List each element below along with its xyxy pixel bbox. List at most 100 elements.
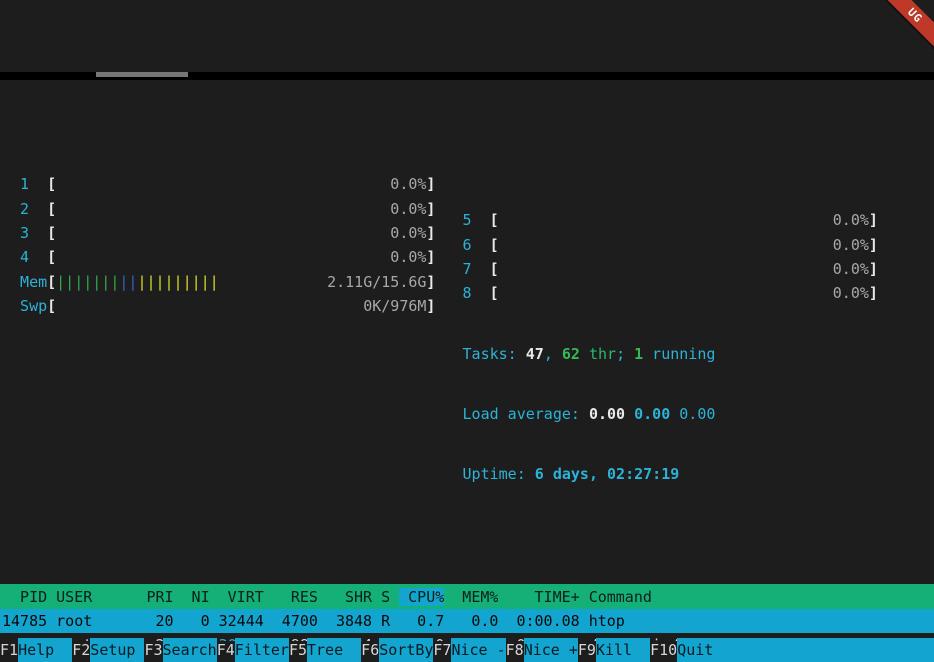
fkey-label: Quit <box>677 638 731 662</box>
debug-ribbon: UG <box>881 0 934 49</box>
column-header-pri[interactable]: PRI <box>146 588 173 606</box>
cpu-meter-3-label: 3 <box>20 224 47 242</box>
cell-virt: 32444 <box>219 612 264 630</box>
column-header-ni[interactable]: NI <box>183 588 210 606</box>
fkey-label: Nice + <box>524 638 578 662</box>
cpu-meter-4: 4[0.0%] <box>20 245 435 269</box>
cpu-meter-7-value: 0.0% <box>833 260 869 278</box>
meters-right-column: 5[0.0%]6[0.0%]7[0.0%]8[0.0%] Tasks: 47, … <box>463 172 878 522</box>
header-pane: 1[0.0%]2[0.0%]3[0.0%]4[0.0%]Mem[||||||||… <box>0 172 934 522</box>
column-header-time[interactable]: TIME+ <box>507 588 579 606</box>
close-bracket: ] <box>426 248 435 266</box>
cpu-meter-1: 1[0.0%] <box>20 172 435 196</box>
tasks-thr-label: thr <box>580 345 616 363</box>
column-header-res[interactable]: RES <box>273 588 318 606</box>
cell-pid: 14785 <box>2 612 47 630</box>
open-bracket: [ <box>47 175 56 193</box>
column-header-user[interactable]: USER <box>56 588 137 606</box>
cpu-meter-5-label: 5 <box>463 211 490 229</box>
fkey-f1-help[interactable]: F1Help <box>0 638 72 662</box>
load-1: 0.00 <box>589 405 634 423</box>
tasks-running-label: running <box>643 345 715 363</box>
fkey-number: F8 <box>506 641 524 659</box>
meters-left-column: 1[0.0%]2[0.0%]3[0.0%]4[0.0%]Mem[||||||||… <box>20 172 435 522</box>
open-bracket: [ <box>47 297 56 315</box>
cell-pri: 20 <box>146 612 173 630</box>
close-bracket: ] <box>426 200 435 218</box>
column-header-cpu[interactable]: CPU% <box>399 588 444 606</box>
fkey-f10-quit[interactable]: F10Quit <box>650 638 731 662</box>
tab-indicator <box>96 72 188 77</box>
cell-s: R <box>381 612 390 630</box>
fkey-f9-kill[interactable]: F9Kill <box>578 638 650 662</box>
column-header-shr[interactable]: SHR <box>327 588 372 606</box>
fkey-f4-filter[interactable]: F4Filter <box>217 638 289 662</box>
column-header-cmd[interactable]: Command <box>589 588 934 606</box>
table-row[interactable]: 14785 root 20 0 32444 4700 3848 R 0.7 0.0 0:00.08 h… <box>0 609 934 633</box>
tasks-count: 47 <box>526 345 544 363</box>
fkey-label: Setup <box>90 638 144 662</box>
tasks-comma: , <box>544 345 562 363</box>
close-bracket: ] <box>869 284 878 302</box>
uptime-value: 6 days, 02:27:19 <box>535 465 680 483</box>
fkey-f7-nice-[interactable]: F7Nice - <box>433 638 505 662</box>
cpu-meter-5: 5[0.0%] <box>463 208 878 232</box>
open-bracket: [ <box>490 260 499 278</box>
cell-cmd: htop <box>589 612 934 630</box>
fkey-f6-sortby[interactable]: F6SortBy <box>361 638 433 662</box>
top-strip <box>0 72 934 80</box>
cpu-meter-3-value: 0.0% <box>390 224 426 242</box>
cpu-meter-4-value: 0.0% <box>390 248 426 266</box>
cpu-meter-8-label: 8 <box>463 284 490 302</box>
cpu-meter-8-value: 0.0% <box>833 284 869 302</box>
cell-cpu: 0.7 <box>399 612 444 630</box>
cell-mem: 0.0 <box>453 612 498 630</box>
column-header-pid[interactable]: PID <box>2 588 47 606</box>
column-header-virt[interactable]: VIRT <box>219 588 264 606</box>
cpu-meter-1-label: 1 <box>20 175 47 193</box>
close-bracket: ] <box>869 211 878 229</box>
mem-bar-yellow: ||||||||| <box>137 273 218 291</box>
mem-bar-blue: || <box>119 273 137 291</box>
fkey-f8-nice-[interactable]: F8Nice + <box>506 638 578 662</box>
cpu-meter-5-value: 0.0% <box>833 211 869 229</box>
close-bracket: ] <box>426 297 435 315</box>
open-bracket: [ <box>490 236 499 254</box>
fkey-number: F7 <box>433 641 451 659</box>
cell-shr: 3848 <box>327 612 372 630</box>
tasks-running-count: 1 <box>634 345 643 363</box>
table-header: PID USER PRI NI VIRT RES SHR S CPU% MEM% TIME+ Comm… <box>0 584 934 608</box>
fkey-number: F10 <box>650 641 677 659</box>
uptime: Uptime: 6 days, 02:27:19 <box>463 462 878 486</box>
tasks-semi: ; <box>616 345 634 363</box>
mem-meter: Mem[||||||||||||||||||2.11G/15.6G] <box>20 269 435 293</box>
uptime-label: Uptime: <box>463 465 535 483</box>
fkey-f3-search[interactable]: F3Search <box>144 638 216 662</box>
cpu-meter-6: 6[0.0%] <box>463 232 878 256</box>
fkey-label: Help <box>18 638 72 662</box>
open-bracket: [ <box>47 224 56 242</box>
tasks-threads: 62 <box>562 345 580 363</box>
cell-ni: 0 <box>183 612 210 630</box>
fkey-number: F1 <box>0 641 18 659</box>
tasks-label: Tasks: <box>463 345 526 363</box>
fkey-f2-setup[interactable]: F2Setup <box>72 638 144 662</box>
fkey-label: Kill <box>596 638 650 662</box>
close-bracket: ] <box>426 273 435 291</box>
fkey-f5-tree[interactable]: F5Tree <box>289 638 361 662</box>
cell-time: 0:00.08 <box>507 612 579 630</box>
cell-user: root <box>56 612 137 630</box>
close-bracket: ] <box>426 224 435 242</box>
column-header-s[interactable]: S <box>381 588 390 606</box>
cpu-meter-4-label: 4 <box>20 248 47 266</box>
open-bracket: [ <box>490 211 499 229</box>
fkey-number: F3 <box>144 641 162 659</box>
cpu-meter-2-value: 0.0% <box>390 200 426 218</box>
cell-res: 4700 <box>273 612 318 630</box>
open-bracket: [ <box>490 284 499 302</box>
cpu-meter-3: 3[0.0%] <box>20 221 435 245</box>
column-header-mem[interactable]: MEM% <box>453 588 498 606</box>
fkey-number: F5 <box>289 641 307 659</box>
debug-ribbon-label: UG <box>905 6 925 26</box>
load-2: 0.00 <box>634 405 679 423</box>
